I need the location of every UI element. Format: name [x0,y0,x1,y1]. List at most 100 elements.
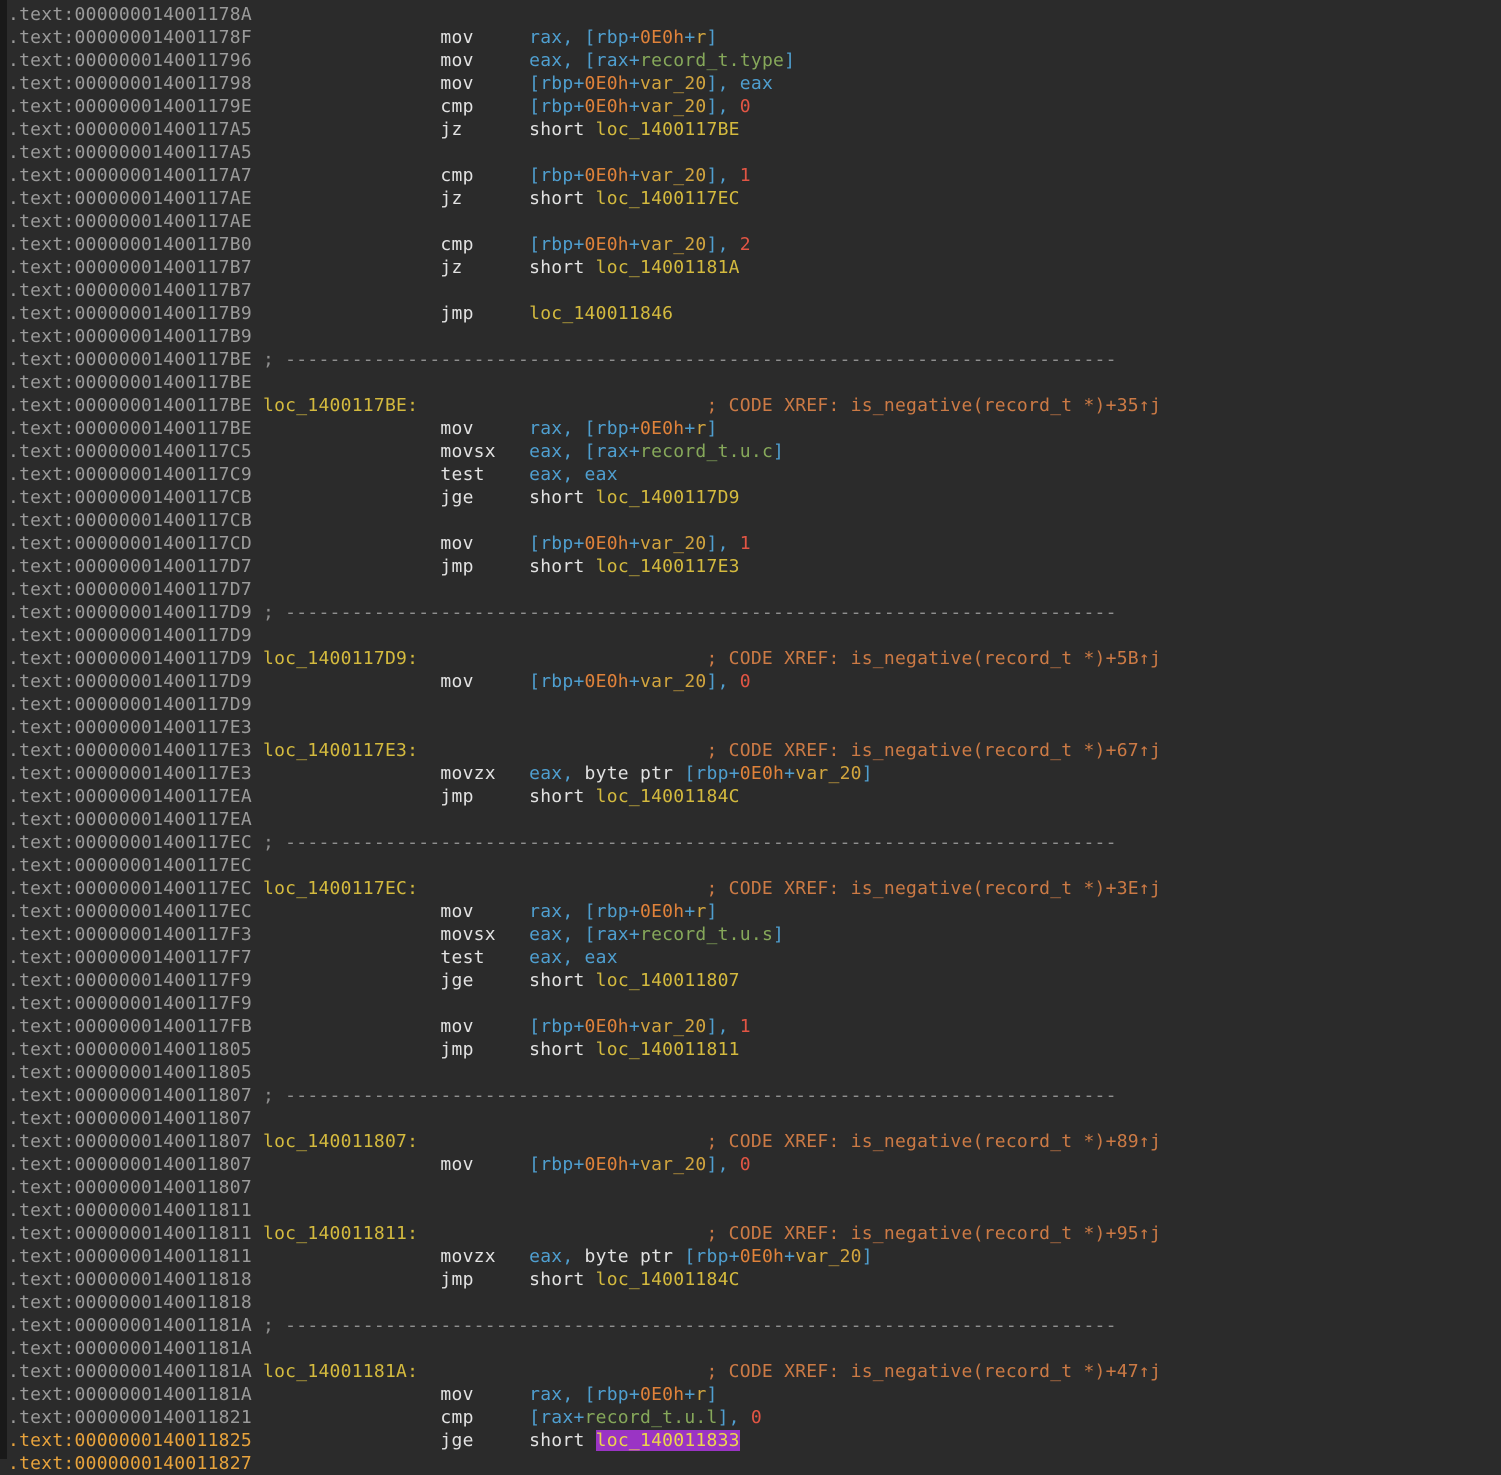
line-address[interactable]: .text:00000001400117B7 [8,257,252,278]
asm-line[interactable]: .text:00000001400117A5 jz short loc_1400… [8,118,1161,141]
line-address[interactable]: .text:0000000140011805 [8,1039,252,1060]
asm-line[interactable]: .text:00000001400117B7 jz short loc_1400… [8,256,1161,279]
asm-line[interactable]: .text:00000001400117D9 [8,693,1161,716]
line-address[interactable]: .text:0000000140011821 [8,1407,252,1428]
asm-line[interactable]: .text:00000001400117EC [8,854,1161,877]
asm-line[interactable]: .text:00000001400117AE [8,210,1161,233]
line-address[interactable]: .text:00000001400117EC [8,878,252,899]
asm-line[interactable]: .text:0000000140011807 mov [rbp+0E0h+var… [8,1153,1161,1176]
line-address[interactable]: .text:00000001400117C9 [8,464,252,485]
line-address[interactable]: .text:00000001400117E3 [8,763,252,784]
line-address[interactable]: .text:00000001400117B7 [8,280,252,301]
location-label[interactable]: loc_1400117EC [596,188,740,209]
asm-line[interactable]: .text:00000001400117B9 [8,325,1161,348]
line-address[interactable]: .text:00000001400117C5 [8,441,252,462]
asm-line[interactable]: .text:0000000140011807 [8,1176,1161,1199]
asm-line[interactable]: .text:00000001400117F7 test eax, eax [8,946,1161,969]
location-label[interactable]: loc_14001184C [596,1269,740,1290]
asm-line[interactable]: .text:00000001400117D9 ; ---------------… [8,601,1161,624]
asm-line[interactable]: .text:00000001400117B0 cmp [rbp+0E0h+var… [8,233,1161,256]
asm-line[interactable]: .text:0000000140011798 mov [rbp+0E0h+var… [8,72,1161,95]
asm-line[interactable]: .text:00000001400117EA [8,808,1161,831]
location-label[interactable]: loc_140011807: [252,1131,418,1152]
line-address[interactable]: .text:00000001400117D9 [8,648,252,669]
line-address[interactable]: .text:0000000140011811 [8,1246,252,1267]
line-address[interactable]: .text:00000001400117B9 [8,326,252,347]
line-address[interactable]: .text:00000001400117BE [8,395,252,416]
location-label[interactable]: loc_1400117BE [596,119,740,140]
location-label[interactable]: loc_140011807 [596,970,740,991]
line-address[interactable]: .text:00000001400117B0 [8,234,252,255]
asm-line[interactable]: .text:000000014001178F mov rax, [rbp+0E0… [8,26,1161,49]
line-address[interactable]: .text:0000000140011807 [8,1108,252,1129]
asm-line[interactable]: .text:000000014001181A mov rax, [rbp+0E0… [8,1383,1161,1406]
line-address[interactable]: .text:00000001400117D7 [8,556,252,577]
asm-line[interactable]: .text:0000000140011825 jge short loc_140… [8,1429,1161,1452]
line-address[interactable]: .text:00000001400117F7 [8,947,252,968]
asm-line[interactable]: .text:00000001400117CB jge short loc_140… [8,486,1161,509]
line-address[interactable]: .text:00000001400117D9 [8,694,252,715]
asm-line[interactable]: .text:0000000140011821 cmp [rax+record_t… [8,1406,1161,1429]
line-address[interactable]: .text:0000000140011798 [8,73,252,94]
highlighted-location-label[interactable]: loc_140011833 [596,1430,740,1451]
line-address[interactable]: .text:0000000140011818 [8,1269,252,1290]
asm-line[interactable]: .text:0000000140011818 jmp short loc_140… [8,1268,1161,1291]
line-address[interactable]: .text:000000014001181A [8,1361,252,1382]
line-address[interactable]: .text:000000014001181A [8,1338,252,1359]
line-address[interactable]: .text:00000001400117FB [8,1016,252,1037]
line-address[interactable]: .text:00000001400117EC [8,855,252,876]
line-address[interactable]: .text:000000014001181A [8,1384,252,1405]
line-address[interactable]: .text:000000014001181A [8,1315,252,1336]
asm-line[interactable]: .text:00000001400117D9 mov [rbp+0E0h+var… [8,670,1161,693]
line-address[interactable]: .text:0000000140011807 [8,1085,252,1106]
line-address[interactable]: .text:00000001400117D9 [8,671,252,692]
asm-line[interactable]: .text:00000001400117A5 [8,141,1161,164]
line-address[interactable]: .text:0000000140011805 [8,1062,252,1083]
line-address[interactable]: .text:00000001400117CD [8,533,252,554]
location-label[interactable]: loc_1400117EC: [252,878,418,899]
line-address[interactable]: .text:00000001400117BE [8,349,252,370]
asm-line[interactable]: .text:000000014001181A loc_14001181A: ; … [8,1360,1161,1383]
location-label[interactable]: loc_140011811 [596,1039,740,1060]
location-label[interactable]: loc_1400117BE: [252,395,418,416]
asm-line[interactable]: .text:00000001400117C5 movsx eax, [rax+r… [8,440,1161,463]
asm-line[interactable]: .text:00000001400117EA jmp short loc_140… [8,785,1161,808]
location-label[interactable]: loc_14001181A: [252,1361,418,1382]
line-address[interactable]: .text:0000000140011811 [8,1200,252,1221]
location-label[interactable]: loc_140011846 [529,303,673,324]
line-address[interactable]: .text:0000000140011807 [8,1154,252,1175]
asm-line[interactable]: .text:00000001400117AE jz short loc_1400… [8,187,1161,210]
line-address[interactable]: .text:00000001400117E3 [8,740,252,761]
line-address[interactable]: .text:00000001400117F3 [8,924,252,945]
line-address[interactable]: .text:0000000140011807 [8,1131,252,1152]
asm-line[interactable]: .text:00000001400117EC loc_1400117EC: ; … [8,877,1161,900]
asm-line[interactable]: .text:00000001400117D9 loc_1400117D9: ; … [8,647,1161,670]
line-address[interactable]: .text:00000001400117B9 [8,303,252,324]
line-address[interactable]: .text:00000001400117D9 [8,602,252,623]
line-address[interactable]: .text:00000001400117EA [8,786,252,807]
asm-line[interactable]: .text:0000000140011811 movzx eax, byte p… [8,1245,1161,1268]
asm-line[interactable]: .text:0000000140011818 [8,1291,1161,1314]
asm-line[interactable]: .text:0000000140011796 mov eax, [rax+rec… [8,49,1161,72]
line-address[interactable]: .text:00000001400117A5 [8,142,252,163]
asm-line[interactable]: .text:00000001400117BE [8,371,1161,394]
location-label[interactable]: loc_1400117E3: [252,740,418,761]
asm-line[interactable]: .text:000000014001178A [8,3,1161,26]
asm-line[interactable]: .text:00000001400117CD mov [rbp+0E0h+var… [8,532,1161,555]
asm-line[interactable]: .text:00000001400117F9 [8,992,1161,1015]
asm-line[interactable]: .text:00000001400117B7 [8,279,1161,302]
asm-line[interactable]: .text:00000001400117BE loc_1400117BE: ; … [8,394,1161,417]
line-address[interactable]: .text:0000000140011807 [8,1177,252,1198]
asm-line[interactable]: .text:00000001400117FB mov [rbp+0E0h+var… [8,1015,1161,1038]
line-address[interactable]: .text:00000001400117CB [8,487,252,508]
asm-line[interactable]: .text:0000000140011811 [8,1199,1161,1222]
line-address[interactable]: .text:0000000140011818 [8,1292,252,1313]
asm-line[interactable]: .text:00000001400117CB [8,509,1161,532]
asm-line[interactable]: .text:0000000140011827 [8,1452,1161,1475]
location-label[interactable]: loc_1400117D9: [252,648,418,669]
current-line-address[interactable]: .text:0000000140011827 [8,1453,252,1474]
line-address[interactable]: .text:00000001400117E3 [8,717,252,738]
current-line-address[interactable]: .text:0000000140011825 [8,1430,252,1451]
listing[interactable]: .text:000000014001178A.text:000000014001… [8,3,1161,1475]
asm-line[interactable]: .text:0000000140011811 loc_140011811: ; … [8,1222,1161,1245]
